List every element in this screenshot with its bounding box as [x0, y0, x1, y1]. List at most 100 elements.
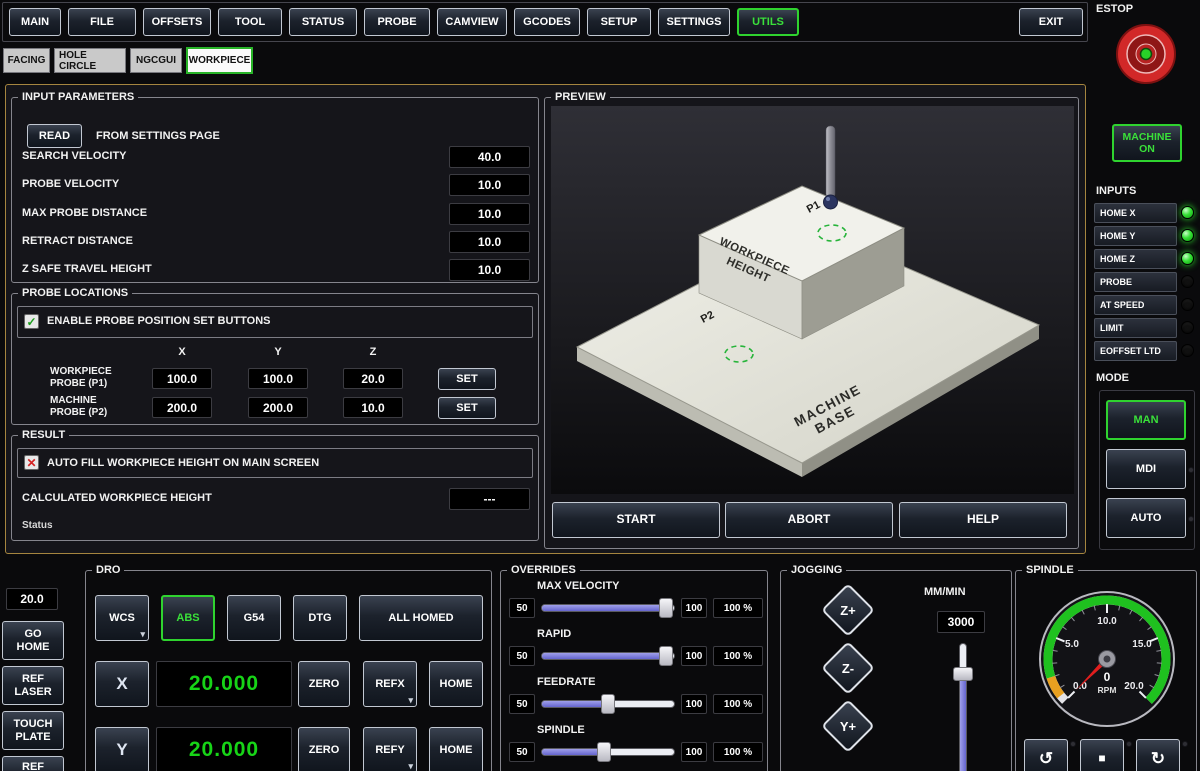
x-zero-button[interactable]: ZERO: [298, 661, 350, 707]
autofill-checkbox[interactable]: ✕: [24, 455, 39, 470]
menu-button-tool[interactable]: TOOL: [218, 8, 282, 36]
menu-button-camview[interactable]: CAMVIEW: [437, 8, 507, 36]
tab-ngcgui[interactable]: NGCGUI: [130, 48, 182, 73]
x-ref-button[interactable]: REFX ▾: [363, 661, 417, 707]
preview-group: PREVIEW: [544, 97, 1079, 549]
y-home-button[interactable]: HOME: [429, 727, 483, 771]
p1-set-button[interactable]: SET: [438, 368, 496, 390]
p2-set-button[interactable]: SET: [438, 397, 496, 419]
probe-rod-icon: [826, 126, 835, 198]
input-row-home-z: HOME Z: [1094, 249, 1177, 269]
menu-button-probe[interactable]: PROBE: [364, 8, 430, 36]
status-label: Status: [22, 520, 53, 531]
jog-z-minus-button[interactable]: Z-: [823, 643, 873, 693]
abort-button[interactable]: ABORT: [725, 502, 893, 538]
mode-button-man[interactable]: MAN: [1106, 400, 1186, 440]
spindle-override-percent: 100 %: [713, 742, 763, 762]
spindle-gauge: 0.0 5.0 10.0 15.0 20.0 0 RPM: [1022, 577, 1192, 739]
x-ref-button-label: REFX: [375, 678, 404, 691]
abs-button[interactable]: ABS: [161, 595, 215, 641]
help-button[interactable]: HELP: [899, 502, 1067, 538]
input-row-home-y: HOME Y: [1094, 226, 1177, 246]
start-button[interactable]: START: [552, 502, 720, 538]
spindle-reverse-button[interactable]: ↺: [1024, 739, 1068, 771]
jog-rate-unit-label: MM/MIN: [924, 586, 966, 598]
enable-probe-checkbox[interactable]: ✓: [24, 314, 39, 329]
tab-facing[interactable]: FACING: [3, 48, 50, 73]
field-label-max-probe-distance: MAX PROBE DISTANCE: [22, 207, 147, 219]
laser-offset-value[interactable]: 20.0: [6, 588, 58, 610]
menu-button-settings[interactable]: SETTINGS: [658, 8, 730, 36]
spindle-group: SPINDLE 0.0 5.0 10.0 15.0 20.0: [1015, 570, 1197, 771]
menu-button-setup[interactable]: SETUP: [587, 8, 651, 36]
p1-y-input[interactable]: 100.0: [248, 368, 308, 389]
tab-workpiece[interactable]: WORKPIECE: [186, 47, 253, 74]
jog-z-plus-button[interactable]: Z+: [823, 585, 873, 635]
eoffset-ltd-led: [1181, 344, 1194, 357]
p1-x-input[interactable]: 100.0: [152, 368, 212, 389]
jog-y-plus-button[interactable]: Y+: [823, 701, 873, 751]
menu-button-file[interactable]: FILE: [68, 8, 136, 36]
p1-z-input[interactable]: 20.0: [343, 368, 403, 389]
y-ref-button[interactable]: REFY ▾: [363, 727, 417, 771]
slider-handle[interactable]: [601, 694, 615, 714]
spindle-stop-led: [1126, 741, 1132, 747]
mode-title: MODE: [1096, 372, 1129, 384]
field-input-probe-velocity[interactable]: 10.0: [449, 174, 530, 196]
read-button[interactable]: READ: [27, 124, 82, 148]
go-home-button[interactable]: GO HOME: [2, 621, 64, 660]
preview-image: WORKPIECE HEIGHT P1 P2: [551, 106, 1074, 494]
inputs-title: INPUTS: [1096, 185, 1136, 197]
preview-canvas: WORKPIECE HEIGHT P1 P2: [551, 106, 1074, 494]
slider-handle[interactable]: [659, 646, 673, 666]
x-home-button[interactable]: HOME: [429, 661, 483, 707]
jog-z-minus-label: Z-: [823, 643, 873, 693]
machine-on-button[interactable]: MACHINE ON: [1112, 124, 1182, 162]
probe-locations-group: PROBE LOCATIONS ✓ ENABLE PROBE POSITION …: [11, 293, 539, 425]
tab-hole-circle[interactable]: HOLE CIRCLE: [54, 48, 126, 73]
ref-button[interactable]: REF: [2, 756, 64, 771]
y-zero-button[interactable]: ZERO: [298, 727, 350, 771]
spindle-title: SPINDLE: [1022, 564, 1078, 577]
feedrate-slider[interactable]: [541, 694, 675, 714]
p2-y-input[interactable]: 200.0: [248, 397, 308, 418]
mode-button-mdi[interactable]: MDI: [1106, 449, 1186, 489]
menu-button-utils[interactable]: UTILS: [737, 8, 799, 36]
ref-laser-button[interactable]: REF LASER: [2, 666, 64, 705]
menu-button-offsets[interactable]: OFFSETS: [143, 8, 211, 36]
rapid-slider[interactable]: [541, 646, 675, 666]
jog-rate-slider[interactable]: [953, 643, 973, 771]
max-velocity-slider[interactable]: [541, 598, 675, 618]
spindle-forward-button[interactable]: ↻: [1136, 739, 1180, 771]
touch-plate-button[interactable]: TOUCH PLATE: [2, 711, 64, 750]
estop-title: ESTOP: [1096, 3, 1133, 15]
axis-x-button[interactable]: X: [95, 661, 149, 707]
slider-handle[interactable]: [597, 742, 611, 762]
field-input-search-velocity[interactable]: 40.0: [449, 146, 530, 168]
spindle-stop-button[interactable]: ■: [1080, 739, 1124, 771]
wcs-button[interactable]: WCS ▾: [95, 595, 149, 641]
mode-button-auto[interactable]: AUTO: [1106, 498, 1186, 538]
g54-button[interactable]: G54: [227, 595, 281, 641]
p2-z-input[interactable]: 10.0: [343, 397, 403, 418]
menu-button-gcodes[interactable]: GCODES: [514, 8, 580, 36]
all-homed-button[interactable]: ALL HOMED: [359, 595, 483, 641]
menu-button-status[interactable]: STATUS: [289, 8, 357, 36]
axis-y-button[interactable]: Y: [95, 727, 149, 771]
slider-handle[interactable]: [953, 667, 973, 681]
menu-button-main[interactable]: MAIN: [9, 8, 61, 36]
exit-button[interactable]: EXIT: [1019, 8, 1083, 36]
field-input-retract-distance[interactable]: 10.0: [449, 231, 530, 253]
estop-button[interactable]: [1114, 22, 1178, 86]
input-row-limit: LIMIT: [1094, 318, 1177, 338]
result-title: RESULT: [18, 429, 69, 442]
p2-x-input[interactable]: 200.0: [152, 397, 212, 418]
slider-handle[interactable]: [659, 598, 673, 618]
y-ref-button-label: REFY: [375, 744, 404, 757]
field-input-max-probe-distance[interactable]: 10.0: [449, 203, 530, 225]
spindle-override-slider[interactable]: [541, 742, 675, 762]
dtg-button[interactable]: DTG: [293, 595, 347, 641]
overrides-group: OVERRIDES MAX VELOCITY 50 100 100 % RAPI…: [500, 570, 768, 771]
field-input-z-safe-travel[interactable]: 10.0: [449, 259, 530, 281]
max-velocity-label: MAX VELOCITY: [537, 580, 620, 592]
